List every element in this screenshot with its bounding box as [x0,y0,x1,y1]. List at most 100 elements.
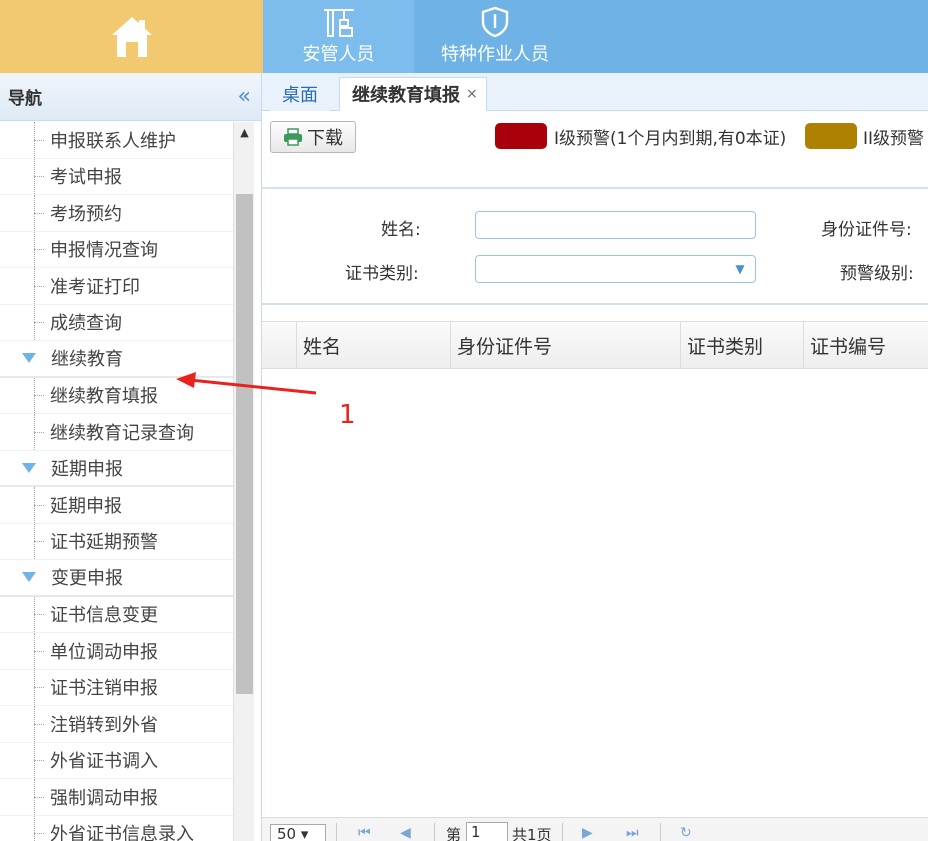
annotation-number: 1 [339,400,356,430]
pagination-bar: 50 ▾ ⏮ ◀ 第 1 共1页 ▶ ⏭ ↻ [262,817,928,841]
pager-separator [336,823,337,841]
sidebar-item-label: 外省证书信息录入 [50,824,194,841]
scroll-thumb[interactable] [236,194,253,694]
warning-level-label: 预警级别: [840,264,914,284]
cert-type-select[interactable]: ▼ [475,255,756,283]
sidebar-item[interactable]: 申报联系人维护 [0,122,233,159]
topnav-special-workers[interactable]: 特种作业人员 [414,0,576,73]
prev-page-icon[interactable]: ◀ [400,825,411,841]
page-number-value: 1 [471,823,481,841]
download-label: 下载 [307,128,343,149]
shield-icon [481,6,509,38]
crane-icon [323,9,354,37]
toolbar: 下载 I级预警(1个月内到期,有0本证) II级预警 [262,111,928,189]
sidebar-item[interactable]: 证书信息变更 [0,596,233,633]
sidebar-item-label: 准考证打印 [50,276,140,298]
sidebar-item-label: 延期申报 [50,495,122,517]
refresh-icon[interactable]: ↻ [680,825,692,841]
sidebar-group[interactable]: 变更申报 [0,560,233,597]
download-button[interactable]: 下载 [270,121,356,153]
sidebar-item[interactable]: 继续教育记录查询 [0,414,233,451]
sidebar-scrollbar[interactable]: ▲ [233,122,254,841]
pager-separator [434,823,435,841]
sidebar-group[interactable]: 继续教育 [0,341,233,378]
sidebar-title: 导航 [8,89,42,109]
sidebar-item[interactable]: 延期申报 [0,487,233,524]
home-button[interactable] [0,0,263,73]
home-icon [111,16,152,57]
sidebar-item[interactable]: 成绩查询 [0,304,233,341]
chevron-down-icon[interactable]: ▼ [729,259,751,279]
page-size-value: 50 [277,825,297,841]
warning-level2-swatch [805,123,857,149]
collapse-icon[interactable]: « [238,84,251,109]
sidebar-item-label: 外省证书调入 [50,751,158,773]
sidebar-item[interactable]: 外省证书调入 [0,742,233,779]
sidebar-item-label: 强制调动申报 [50,787,158,809]
topnav-label: 特种作业人员 [441,44,549,65]
expand-triangle-icon [22,462,36,473]
sidebar-item-label: 证书注销申报 [50,678,158,700]
next-page-icon[interactable]: ▶ [582,825,593,841]
last-page-icon[interactable]: ⏭ [626,825,639,841]
sidebar-item-label: 继续教育记录查询 [50,422,194,444]
sidebar-item[interactable]: 申报情况查询 [0,231,233,268]
sidebar-item-label: 证书信息变更 [50,605,158,627]
sidebar-item-label: 证书延期预警 [50,532,158,554]
close-icon[interactable]: × [466,86,478,102]
column-header-name[interactable]: 姓名 [296,322,450,368]
pager-separator [660,823,661,841]
sidebar-item[interactable]: 考场预约 [0,195,233,232]
sidebar-item-label: 延期申报 [51,458,123,480]
name-input[interactable] [475,211,756,239]
nav-list: 申报联系人维护 考试申报考场预约 申报情况查询准考证打印成绩查询继续教育继续教育填报… [0,122,233,841]
grid-body [262,369,928,817]
sidebar-item-label: 成绩查询 [50,313,122,335]
sidebar-item[interactable]: 单位调动申报 [0,633,233,670]
page-size-select[interactable]: 50 ▾ [270,824,326,841]
sidebar-item[interactable]: 注销转到外省 [0,706,233,743]
warning-level1-swatch [495,123,547,149]
cert-type-label: 证书类别: [345,264,419,284]
top-navigation-bar: 安管人员 特种作业人员 [0,0,928,73]
printer-icon [284,128,302,146]
page-number-input[interactable]: 1 [466,822,508,841]
page-total: 共1页 [512,826,552,841]
tab-label: 桌面 [282,85,318,106]
page-prefix: 第 [446,826,462,841]
sidebar-item[interactable]: 考试申报 [0,158,233,195]
sidebar: 导航 « 申报联系人维护 考试申报考场预约 申报情况查询准考证打印成绩查询继续教育继… [0,73,262,841]
warning-level1-text: I级预警(1个月内到期,有0本证) [554,129,787,149]
pager-separator [562,823,563,841]
main-content: 桌面 继续教育填报 × 下载 I级预警(1个月内到期,有0本证) II级预警 姓… [262,73,928,841]
tab-desktop[interactable]: 桌面 [270,77,330,111]
sidebar-item-label: 申报联系人维护 [50,130,176,152]
scroll-up-icon[interactable]: ▲ [234,122,255,142]
column-header-cert-number[interactable]: 证书编号 [803,322,928,368]
tab-continuing-education[interactable]: 继续教育填报 × [339,77,487,111]
topnav-label: 安管人员 [302,44,375,65]
first-page-icon[interactable]: ⏮ [358,825,371,841]
sidebar-item[interactable]: 强制调动申报 [0,779,233,816]
sidebar-item[interactable]: 准考证打印 [0,268,233,305]
sidebar-item[interactable]: 外省证书信息录入 [0,815,233,841]
sidebar-header: 导航 « [0,73,261,121]
name-label: 姓名: [381,220,421,240]
column-header-id-number[interactable]: 身份证件号 [450,322,680,368]
search-form: 姓名: 身份证件号: 证书类别: ▼ 预警级别: [262,191,928,305]
expand-triangle-icon [22,353,36,364]
sidebar-item[interactable]: 继续教育填报 [0,377,233,414]
column-header-cert-type[interactable]: 证书类别 [680,322,803,368]
tab-label: 继续教育填报 [352,85,460,106]
sidebar-item-label: 考试申报 [50,167,122,189]
sidebar-item-label: 继续教育 [51,349,123,371]
warning-level2-text: II级预警 [863,129,925,149]
sidebar-item[interactable]: 证书延期预警 [0,523,233,560]
sidebar-item[interactable]: 证书注销申报 [0,669,233,706]
sidebar-item-label: 注销转到外省 [50,714,158,736]
sidebar-item-label: 变更申报 [51,568,123,590]
sidebar-item-label: 继续教育填报 [50,386,158,408]
grid-header: 姓名 身份证件号 证书类别 证书编号 [262,321,928,369]
sidebar-group[interactable]: 延期申报 [0,451,233,487]
topnav-safety-managers[interactable]: 安管人员 [263,0,414,73]
